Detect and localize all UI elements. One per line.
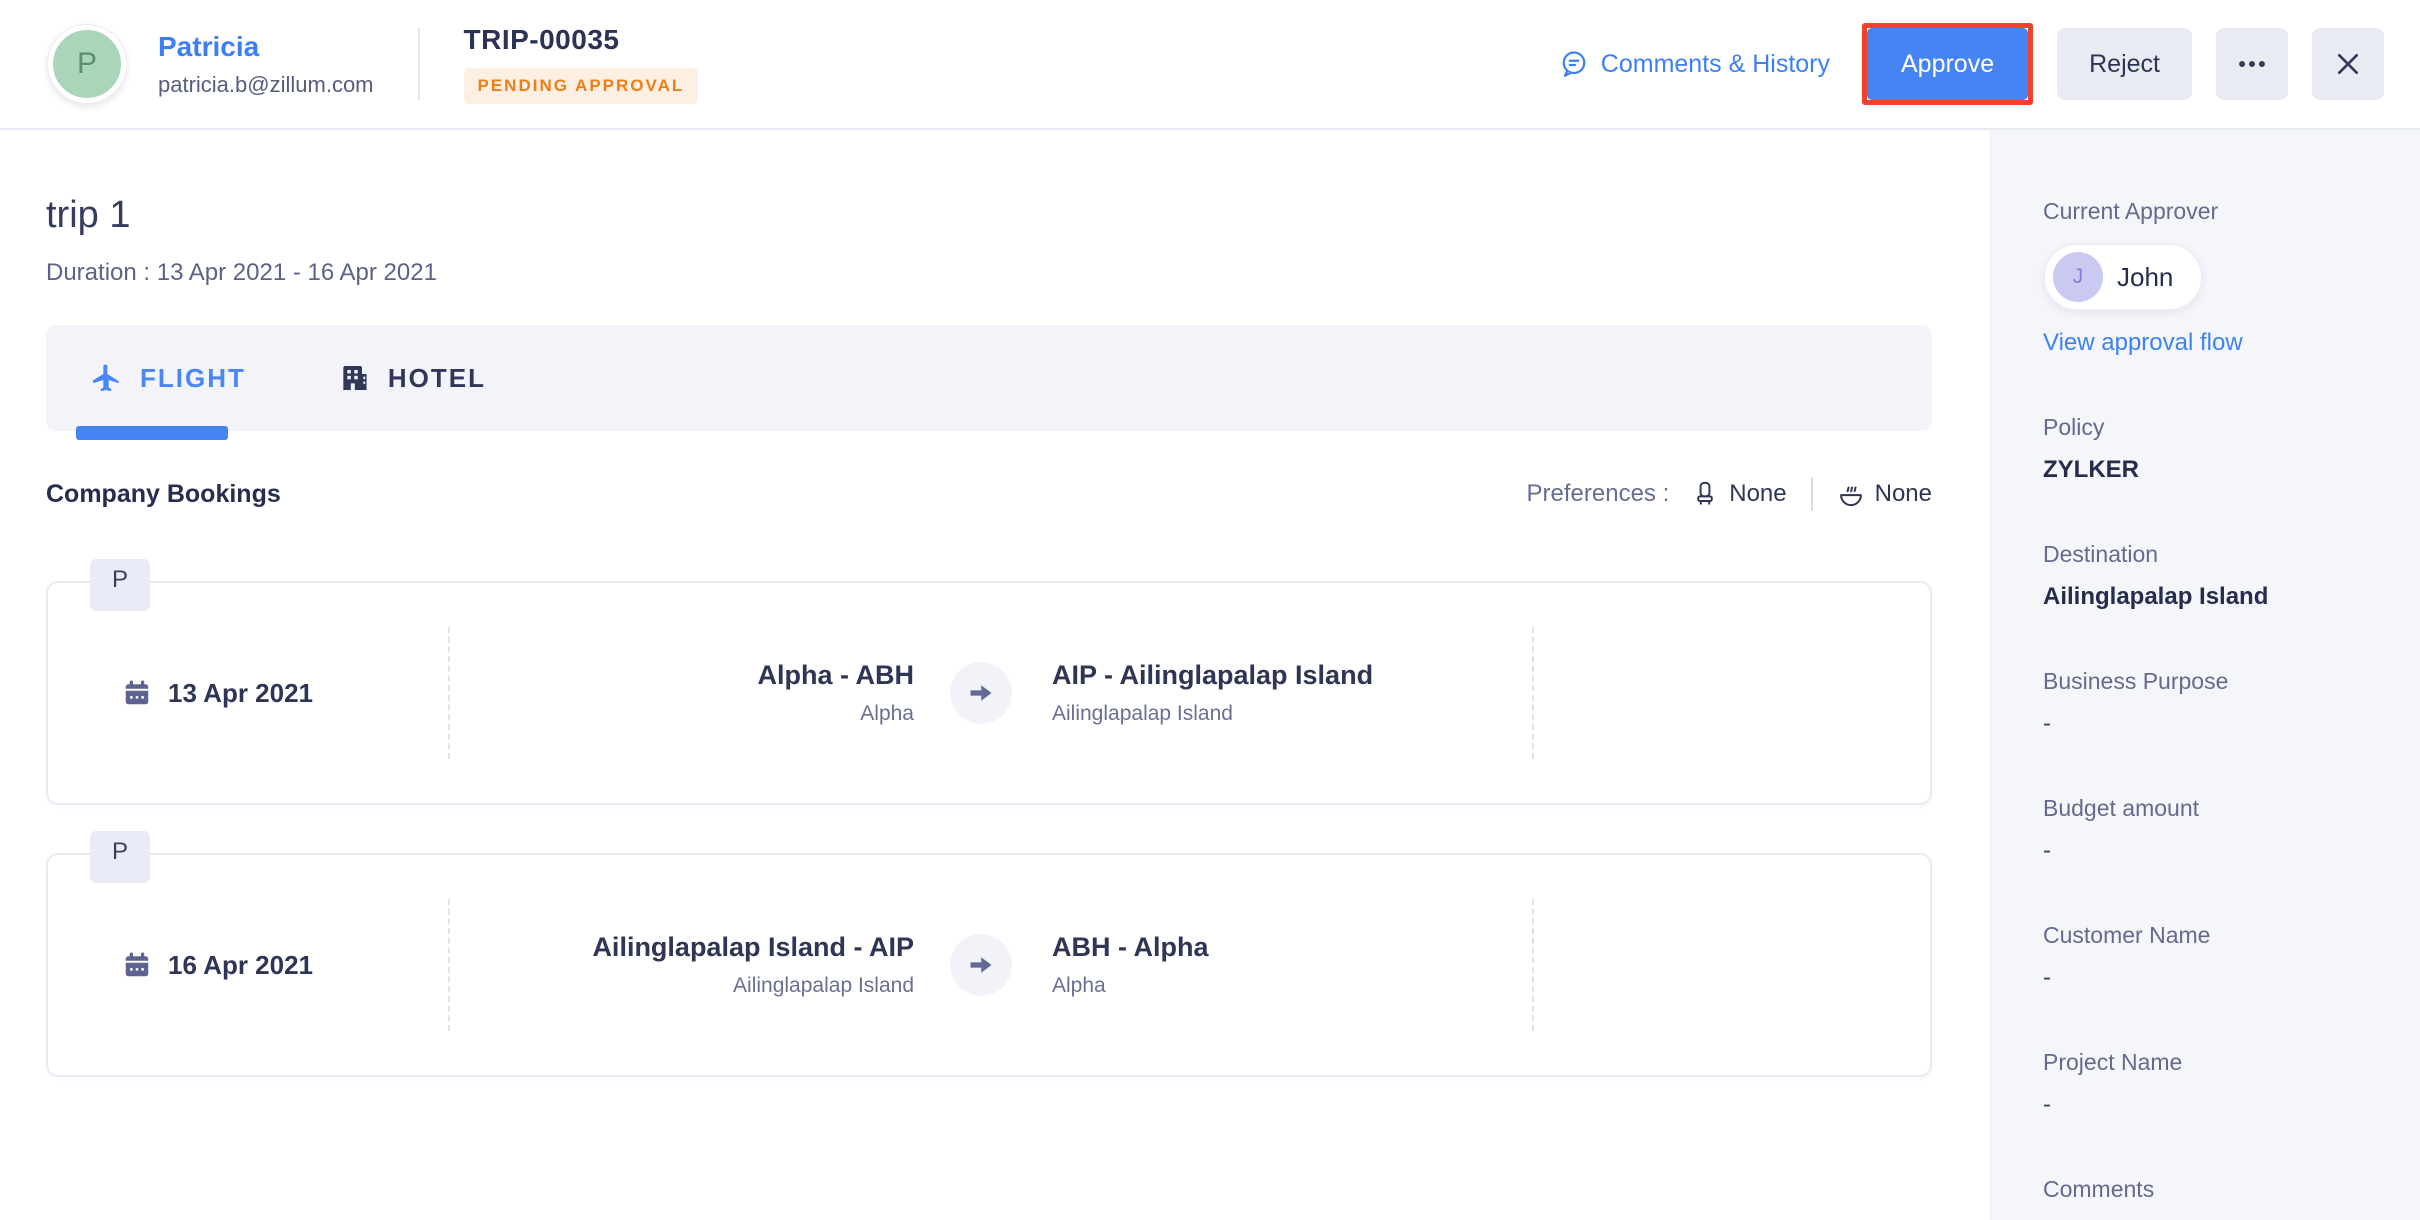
meal-icon <box>1837 480 1865 508</box>
field-project-name: Project Name - <box>2043 1049 2390 1119</box>
seat-icon <box>1691 480 1719 508</box>
flight-arrow-icon <box>950 662 1012 724</box>
comments-history-link[interactable]: Comments & History <box>1559 49 1830 79</box>
close-icon <box>2332 48 2364 80</box>
submitter-email: patricia.b@zillum.com <box>158 72 374 98</box>
trip-id-block: TRIP-00035 PENDING APPROVAL <box>464 24 699 104</box>
trip-duration: Duration : 13 Apr 2021 - 16 Apr 2021 <box>46 259 1932 287</box>
booking-card-outbound[interactable]: P 13 Apr 2021 <box>46 581 1932 805</box>
meal-preference: None <box>1837 480 1932 508</box>
flight-icon <box>90 362 122 394</box>
origin-route: Alpha - ABH <box>450 660 914 691</box>
field-comments: Comments - <box>2043 1176 2390 1220</box>
more-icon <box>2235 47 2269 81</box>
origin-route: Ailinglapalap Island - AIP <box>450 932 914 963</box>
more-button[interactable] <box>2216 28 2288 100</box>
booking-tabbar: FLIGHT <box>46 325 1932 431</box>
seat-preference-value: None <box>1729 480 1786 508</box>
header: P Patricia patricia.b@zillum.com TRIP-00… <box>0 0 2420 130</box>
preferences-row: Preferences : None <box>1527 477 1932 511</box>
field-customer-name: Customer Name - <box>2043 922 2390 992</box>
trip-summary-sidebar: Current Approver J John View approval fl… <box>1990 130 2420 1220</box>
calendar-icon <box>122 950 152 980</box>
current-approver-label: Current Approver <box>2043 198 2390 225</box>
trip-id: TRIP-00035 <box>464 24 699 56</box>
tab-hotel[interactable]: HOTEL <box>338 362 486 394</box>
field-destination: Destination Ailinglapalap Island <box>2043 541 2390 611</box>
tab-hotel-label: HOTEL <box>388 363 486 394</box>
tab-flight-label: FLIGHT <box>140 363 246 394</box>
flight-date: 16 Apr 2021 <box>168 950 313 981</box>
hotel-icon <box>338 362 370 394</box>
active-tab-indicator <box>76 426 228 440</box>
traveler-tag: P <box>90 831 150 883</box>
flight-date: 13 Apr 2021 <box>168 678 313 709</box>
approve-button[interactable]: Approve <box>1867 28 2028 100</box>
preferences-label: Preferences : <box>1527 480 1670 508</box>
comments-icon <box>1559 49 1589 79</box>
close-button[interactable] <box>2312 28 2384 100</box>
calendar-icon <box>122 678 152 708</box>
status-badge: PENDING APPROVAL <box>464 68 699 104</box>
seat-preference: None <box>1691 480 1786 508</box>
comments-history-label: Comments & History <box>1601 50 1830 79</box>
preferences-separator <box>1811 477 1813 511</box>
destination-city: Alpha <box>1052 974 1532 998</box>
approver-chip: J John <box>2043 243 2203 311</box>
trip-detail-panel: trip 1 Duration : 13 Apr 2021 - 16 Apr 2… <box>0 130 1990 1220</box>
approver-name: John <box>2117 262 2173 293</box>
header-divider <box>418 28 420 100</box>
field-budget-amount: Budget amount - <box>2043 795 2390 865</box>
trip-title: trip 1 <box>46 194 1932 237</box>
avatar: P <box>48 25 126 103</box>
traveler-tag: P <box>90 559 150 611</box>
card-divider <box>1532 899 1534 1031</box>
view-approval-flow-link[interactable]: View approval flow <box>2043 329 2390 357</box>
destination-route: ABH - Alpha <box>1052 932 1532 963</box>
field-business-purpose: Business Purpose - <box>2043 668 2390 738</box>
submitter-block: P Patricia patricia.b@zillum.com <box>0 25 374 103</box>
destination-route: AIP - Ailinglapalap Island <box>1052 660 1532 691</box>
approver-avatar: J <box>2053 252 2103 302</box>
card-divider <box>1532 627 1534 759</box>
origin-city: Alpha <box>450 702 914 726</box>
tab-flight[interactable]: FLIGHT <box>90 362 246 394</box>
reject-button[interactable]: Reject <box>2057 28 2192 100</box>
destination-city: Ailinglapalap Island <box>1052 702 1532 726</box>
origin-city: Ailinglapalap Island <box>450 974 914 998</box>
booking-card-return[interactable]: P 16 Apr 2021 <box>46 853 1932 1077</box>
section-title: Company Bookings <box>46 480 281 509</box>
submitter-name: Patricia <box>158 31 374 63</box>
approve-highlight-annotation: Approve <box>1862 23 2033 105</box>
meal-preference-value: None <box>1875 480 1932 508</box>
field-policy: Policy ZYLKER <box>2043 414 2390 484</box>
flight-arrow-icon <box>950 934 1012 996</box>
